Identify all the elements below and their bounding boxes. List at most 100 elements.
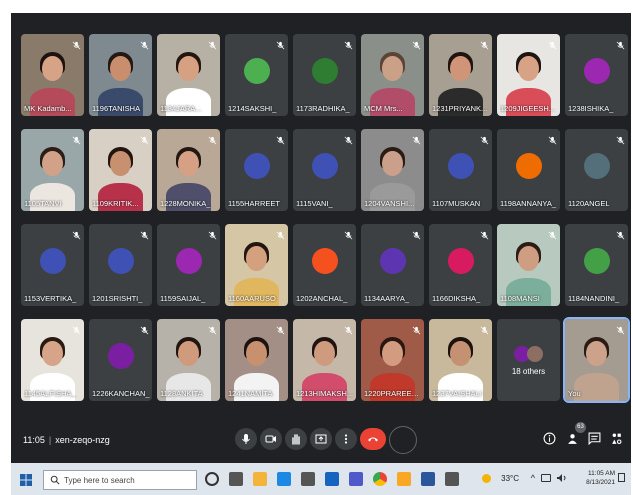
mic-muted-icon <box>208 227 217 240</box>
settings-icon[interactable] <box>445 472 459 486</box>
participant-name: 1105TANVI <box>24 199 62 208</box>
meeting-controls-bar: 11:05 | xen-zeqo-nzg 63 <box>11 422 631 462</box>
participant-tile[interactable]: 1134AARYA_ <box>361 224 424 306</box>
participant-avatar <box>107 342 134 369</box>
participant-tile[interactable]: 1196TANISHA <box>89 34 152 116</box>
participant-tile[interactable]: 1231PRIYANK... <box>429 34 492 116</box>
participant-tile[interactable]: MK Kadamb... <box>21 34 84 116</box>
participant-tile[interactable]: 1204VANSHI... <box>361 129 424 211</box>
participant-tile[interactable]: 1184NANDINI_ <box>565 224 628 306</box>
self-tile[interactable]: You <box>563 317 630 403</box>
mic-muted-icon <box>480 227 489 240</box>
participant-tile[interactable]: 1238ISHIKA_ <box>565 34 628 116</box>
mic-muted-icon <box>344 132 353 145</box>
mic-muted-icon <box>480 132 489 145</box>
tray-chevron-icon[interactable]: ^ <box>531 473 535 483</box>
task-view-icon[interactable] <box>229 472 243 486</box>
participant-tile[interactable]: 1228MONIKA_ <box>157 129 220 211</box>
participant-avatar <box>311 247 338 274</box>
weather-icon <box>482 474 491 483</box>
start-icon[interactable] <box>20 473 32 486</box>
participant-tile[interactable]: 1115VANI_ <box>293 129 356 211</box>
participant-name: 1159SAIJAL_ <box>160 294 206 303</box>
participant-tile[interactable]: 1214SAKSHI_ <box>225 34 288 116</box>
participant-avatar <box>583 57 610 84</box>
clock-time: 11:05 AM <box>588 470 615 477</box>
participant-tile[interactable]: 1120ANGEL <box>565 129 628 211</box>
participant-tile[interactable]: 1134JARA... <box>157 34 220 116</box>
participant-tile[interactable]: 1153VERTIKA_ <box>21 224 84 306</box>
notifications-icon[interactable] <box>618 473 625 482</box>
participant-tile[interactable]: 1209JIGEESH... <box>497 34 560 116</box>
network-icon[interactable] <box>541 474 551 482</box>
participant-tile[interactable]: 1155HARREET <box>225 129 288 211</box>
participant-tile[interactable]: 1220PRAREEK... <box>361 319 424 401</box>
participant-name: 1184NANDINI_ <box>568 294 620 303</box>
end-call-button[interactable] <box>360 428 386 450</box>
participant-tile[interactable]: 1202ANCHAL_ <box>293 224 356 306</box>
participant-tile[interactable]: 1213HIMAKSH... <box>293 319 356 401</box>
taskbar-clock[interactable]: 11:05 AM 8/13/2021 <box>586 469 615 487</box>
participant-tile[interactable]: 1105TANVI <box>21 129 84 211</box>
participant-name: 1204VANSHI... <box>364 199 415 208</box>
mail-icon[interactable] <box>325 472 339 486</box>
participant-name: 1173RADHIKA_ <box>296 104 350 113</box>
participant-tile[interactable]: MCM Mrs... <box>361 34 424 116</box>
more-options-button[interactable] <box>335 428 357 450</box>
participant-avatar <box>447 152 474 179</box>
participant-tile[interactable]: 1198ANNANYA_ <box>497 129 560 211</box>
mic-muted-icon <box>276 227 285 240</box>
participant-avatar <box>39 247 66 274</box>
cortana-icon[interactable] <box>205 472 219 486</box>
more-options-icon <box>616 322 625 335</box>
participant-tile[interactable]: 1166DIKSHA_ <box>429 224 492 306</box>
activities-button[interactable] <box>608 430 624 446</box>
microphone-button[interactable] <box>235 428 257 450</box>
participant-tile[interactable]: 1237VAISHALI <box>429 319 492 401</box>
mic-muted-icon <box>344 322 353 335</box>
mic-muted-icon <box>276 322 285 335</box>
participant-tile[interactable]: 1107MUSKAN <box>429 129 492 211</box>
participant-tile[interactable]: 1128ANKITA <box>157 319 220 401</box>
participant-name: 1153VERTIKA_ <box>24 294 77 303</box>
media-icon[interactable] <box>397 472 411 486</box>
participant-name: 1241NAMITA <box>228 389 273 398</box>
mic-muted-icon <box>72 322 81 335</box>
meet-window: MK Kadamb... 1196TANISHA 1134JARA... 1214SA… <box>11 13 631 495</box>
store-icon[interactable] <box>301 472 315 486</box>
participant-tile[interactable]: 1201SRISHTI_ <box>89 224 152 306</box>
participant-tile[interactable]: 1241NAMITA <box>225 319 288 401</box>
mic-muted-icon <box>72 37 81 50</box>
more-vert-icon <box>344 434 348 444</box>
volume-icon[interactable] <box>557 474 567 482</box>
participant-tile[interactable]: 1159SAIJAL_ <box>157 224 220 306</box>
participant-tile[interactable]: 1145ALFISHA_ <box>21 319 84 401</box>
camera-icon <box>265 435 276 443</box>
participant-name: 1226KANCHAN_ <box>92 389 150 398</box>
info-icon <box>543 432 555 444</box>
mic-muted-icon <box>616 37 625 50</box>
mic-muted-icon <box>208 37 217 50</box>
edge-icon[interactable] <box>277 472 291 486</box>
meeting-info-separator: | <box>48 435 52 445</box>
teams-icon[interactable] <box>349 472 363 486</box>
raise-hand-button[interactable] <box>285 428 307 450</box>
participant-tile[interactable]: 1226KANCHAN_ <box>89 319 152 401</box>
meeting-details-button[interactable] <box>541 430 557 446</box>
participant-avatar <box>379 247 406 274</box>
present-button[interactable] <box>310 428 332 450</box>
chat-button[interactable] <box>586 430 602 446</box>
camera-button[interactable] <box>260 428 282 450</box>
search-placeholder: Type here to search <box>64 476 135 485</box>
participant-name: 1134AARYA_ <box>364 294 410 303</box>
chrome-icon[interactable] <box>373 472 387 486</box>
participant-tile[interactable]: 1160AARUSO <box>225 224 288 306</box>
participant-tile[interactable]: 1173RADHIKA_ <box>293 34 356 116</box>
others-tile[interactable]: 18 others <box>497 319 560 401</box>
participant-name: 1202ANCHAL_ <box>296 294 348 303</box>
word-icon[interactable] <box>421 472 435 486</box>
participant-tile[interactable]: 1108MANSI <box>497 224 560 306</box>
file-explorer-icon[interactable] <box>253 472 267 486</box>
participant-tile[interactable]: 1109KRITIK... <box>89 129 152 211</box>
taskbar-search-box[interactable]: Type here to search <box>43 470 197 490</box>
